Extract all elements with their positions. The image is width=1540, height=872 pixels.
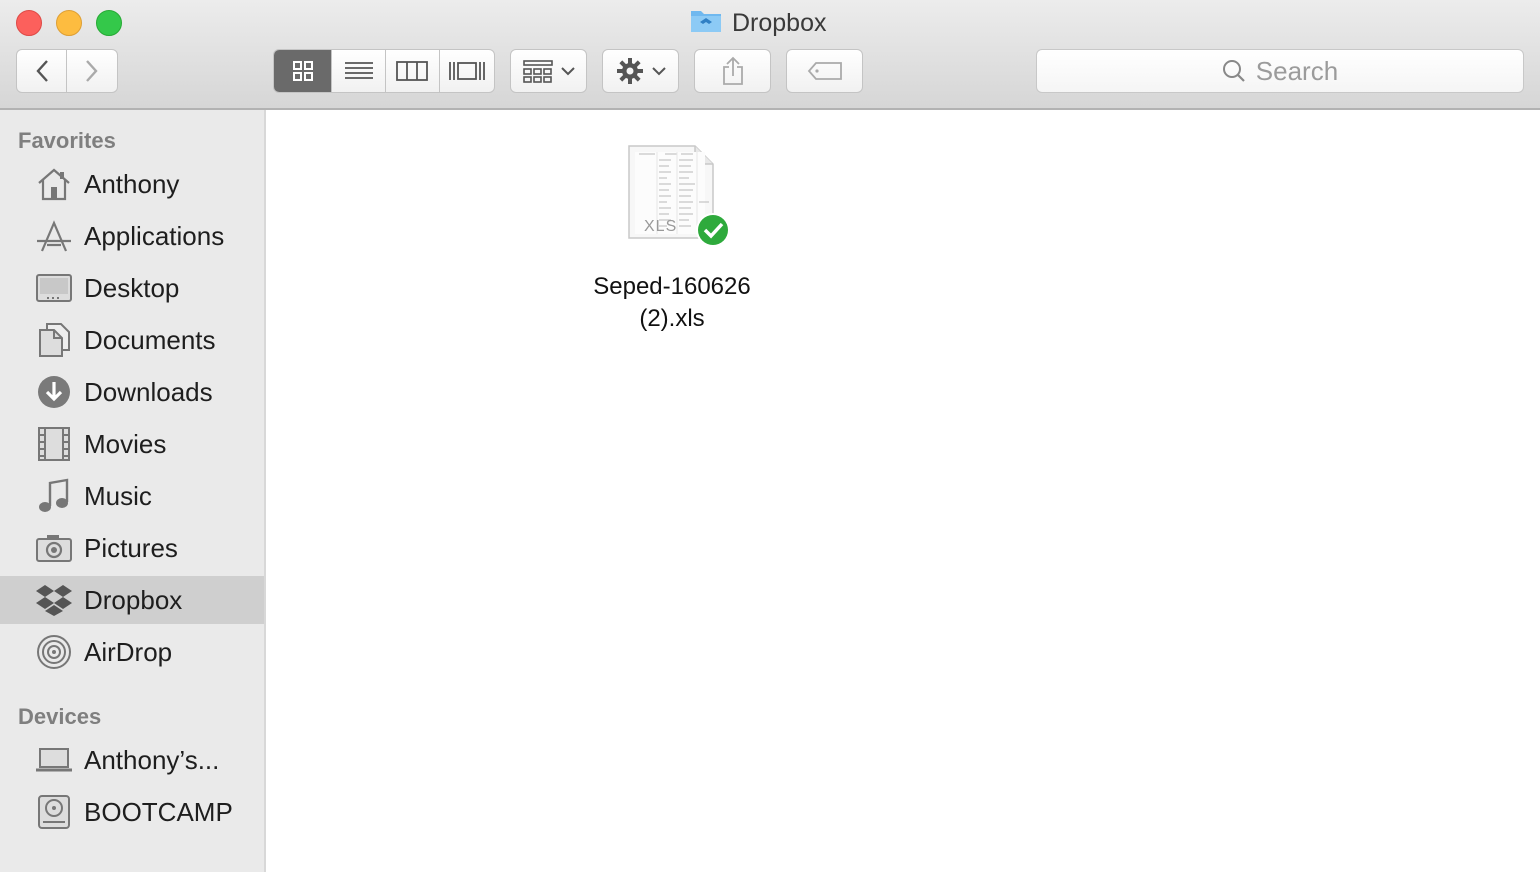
window-title-text: Dropbox (732, 8, 827, 37)
sidebar: Favorites Anthony Applications Desktop D… (0, 110, 266, 872)
chevron-left-icon (35, 60, 48, 82)
action-button[interactable] (602, 49, 679, 93)
arrange-button[interactable] (510, 49, 587, 93)
music-icon (39, 478, 69, 512)
downloads-icon (38, 376, 70, 408)
file-item[interactable]: XLS Seped-160626 (2).xls (582, 142, 762, 335)
view-mode-control (273, 49, 495, 93)
sidebar-item-label: AirDrop (84, 636, 173, 667)
laptop-icon (36, 748, 72, 772)
tags-button[interactable] (786, 49, 863, 93)
camera-icon (36, 535, 72, 562)
tag-icon (807, 62, 842, 80)
sidebar-item-downloads[interactable]: Downloads (0, 368, 264, 416)
chevron-down-icon (560, 67, 575, 76)
grid-icon (292, 61, 313, 81)
sidebar-item-pictures[interactable]: Pictures (0, 524, 264, 572)
sidebar-item-desktop[interactable]: Desktop (0, 264, 264, 312)
file-name-line-1: Seped-160626 (593, 273, 751, 300)
sidebar-item-label: Anthony’s... (84, 744, 220, 775)
search-icon (1222, 60, 1245, 82)
documents-icon (39, 323, 70, 357)
window-title: Dropbox (690, 6, 827, 40)
sidebar-item-label: Downloads (84, 376, 213, 407)
sidebar-item-applications[interactable]: Applications (0, 212, 264, 260)
sidebar-item-macbook[interactable]: Anthony’s... (0, 736, 264, 784)
sidebar-item-bootcamp[interactable]: BOOTCAMP (0, 788, 264, 836)
sidebar-item-label: BOOTCAMP (84, 796, 233, 827)
favorites-header: Favorites (18, 128, 116, 153)
file-name: Seped-160626 (2).xls (582, 271, 762, 335)
sidebar-item-label: Anthony (84, 168, 180, 199)
nav-buttons (16, 49, 118, 93)
column-view-button[interactable] (386, 50, 440, 92)
movies-icon (38, 427, 70, 461)
sidebar-item-anthony[interactable]: Anthony (0, 160, 264, 208)
dropbox-folder-icon (690, 7, 722, 40)
sidebar-item-documents[interactable]: Documents (0, 316, 264, 364)
search-placeholder: Search (1255, 55, 1339, 86)
file-name-line-2: (2).xls (639, 305, 705, 332)
sidebar-item-label: Dropbox (84, 584, 183, 615)
applications-icon (37, 220, 71, 252)
sidebar-item-music[interactable]: Music (0, 472, 264, 520)
share-button[interactable] (694, 49, 771, 93)
icon-view-button[interactable] (274, 50, 333, 92)
home-icon (38, 168, 70, 201)
file-type-label: XLS (644, 218, 678, 235)
zoom-window-button[interactable] (96, 10, 122, 36)
sidebar-item-airdrop[interactable]: AirDrop (0, 628, 264, 676)
desktop-icon (36, 274, 72, 302)
list-icon (344, 62, 373, 79)
window-toolbar: Dropbox Search (0, 0, 1540, 110)
search-field[interactable]: Search (1036, 49, 1524, 93)
forward-button[interactable] (67, 50, 117, 92)
sidebar-item-label: Pictures (84, 532, 178, 563)
sidebar-item-label: Movies (84, 428, 167, 459)
back-button[interactable] (17, 50, 68, 92)
chevron-down-icon (651, 67, 666, 76)
airdrop-icon (37, 635, 71, 669)
share-icon (722, 56, 743, 85)
chevron-right-icon (86, 60, 98, 82)
sidebar-item-dropbox[interactable]: Dropbox (0, 576, 264, 624)
sidebar-item-label: Documents (84, 324, 216, 355)
sidebar-item-label: Music (84, 480, 152, 511)
cover-flow-view-button[interactable] (440, 50, 495, 92)
columns-icon (396, 61, 429, 81)
devices-header: Devices (18, 704, 102, 729)
gear-icon (616, 58, 643, 84)
sidebar-item-label: Desktop (84, 272, 180, 303)
dropbox-icon (36, 585, 72, 616)
sidebar-item-movies[interactable]: Movies (0, 420, 264, 468)
sidebar-item-label: Applications (84, 220, 225, 251)
arrange-grid-icon (522, 60, 553, 83)
disk-icon (38, 795, 70, 829)
cover-flow-icon (448, 62, 485, 80)
file-browser-content: XLS Seped-160626 (2).xls (266, 110, 1540, 872)
minimize-window-button[interactable] (56, 10, 82, 36)
list-view-button[interactable] (332, 50, 386, 92)
close-window-button[interactable] (16, 10, 42, 36)
